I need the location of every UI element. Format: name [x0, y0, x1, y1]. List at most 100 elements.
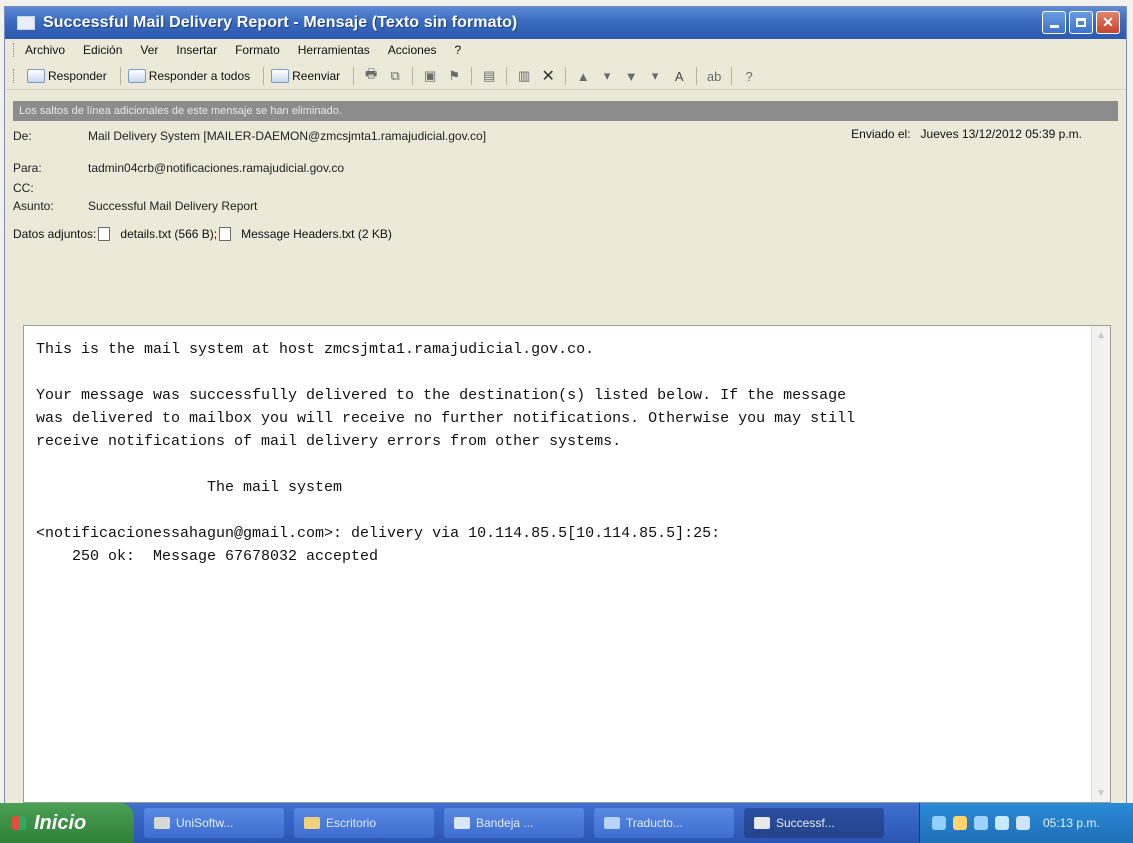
toolbar-grip — [13, 69, 17, 83]
cc-label: CC: — [13, 181, 34, 195]
menu-acciones[interactable]: Acciones — [388, 43, 437, 57]
toolbar-separator — [119, 67, 121, 85]
maximize-button[interactable] — [1069, 11, 1093, 34]
task-escritorio[interactable]: Escritorio — [294, 808, 434, 838]
encoding-icon[interactable]: ab — [706, 69, 722, 84]
update-icon[interactable] — [1016, 816, 1030, 830]
attachments-label: Datos adjuntos: — [13, 227, 97, 241]
categories-icon[interactable]: ▥ — [516, 68, 532, 83]
menu-edicion[interactable]: Edición — [83, 43, 122, 57]
toolbar-separator — [506, 67, 508, 85]
font-size-icon[interactable]: A — [671, 69, 687, 84]
delete-icon[interactable]: ✕ — [540, 68, 556, 85]
message-body[interactable]: This is the mail system at host zmcsjmta… — [23, 325, 1111, 803]
copy-icon[interactable]: ⧉ — [387, 68, 403, 83]
to-value[interactable]: tadmin04crb@notificaciones.ramajudicial.… — [88, 161, 344, 175]
forward-button[interactable]: Reenviar — [269, 69, 342, 83]
attachment-details[interactable]: details.txt (566 B); — [96, 227, 217, 241]
attachment-1: details.txt (566 B); — [120, 227, 218, 241]
task-unisoft[interactable]: UniSoftw... — [144, 808, 284, 838]
network-icon[interactable] — [932, 816, 946, 830]
dropdown-icon[interactable]: ▾ — [599, 68, 615, 83]
move-to-folder-icon[interactable]: ▣ — [422, 68, 438, 83]
info-bar: Los saltos de línea adicionales de este … — [13, 101, 1118, 121]
reply-all-icon — [127, 69, 146, 83]
start-button[interactable]: Inicio — [0, 803, 134, 843]
sent-row: Enviado el: Jueves 13/12/2012 05:39 p.m. — [851, 127, 1082, 141]
vertical-scrollbar[interactable]: ▲ ▼ — [1091, 326, 1110, 802]
forward-icon — [271, 69, 290, 83]
message-text[interactable]: This is the mail system at host zmcsjmta… — [24, 326, 1110, 580]
menu-help[interactable]: ? — [455, 43, 462, 57]
task-bandeja[interactable]: Bandeja ... — [444, 808, 584, 838]
menu-herramientas[interactable]: Herramientas — [298, 43, 370, 57]
open-icon[interactable]: ▤ — [481, 68, 497, 83]
menu-grip — [13, 43, 17, 57]
app-icon — [154, 817, 170, 829]
sent-label: Enviado el: — [851, 127, 911, 141]
toolbar: Responder Responder a todos Reenviar 🖶 ⧉… — [5, 63, 1126, 90]
toolbar-separator — [696, 67, 698, 85]
attachment-2: Message Headers.txt (2 KB) — [241, 227, 392, 241]
menu-insertar[interactable]: Insertar — [176, 43, 217, 57]
browser-icon — [604, 817, 620, 829]
print-icon[interactable]: 🖶 — [363, 66, 379, 83]
taskbar: Inicio UniSoftw... Escritorio Bandeja ..… — [0, 803, 1133, 843]
folder-icon — [304, 817, 320, 829]
messenger-icon[interactable] — [974, 816, 988, 830]
task-label: Traducto... — [626, 816, 683, 830]
menu-ver[interactable]: Ver — [140, 43, 158, 57]
window-controls: ✕ — [1042, 11, 1120, 34]
task-successful-report[interactable]: Successf... — [744, 808, 884, 838]
message-header: De: Mail Delivery System [MAILER-DAEMON@… — [13, 121, 1118, 321]
menu-archivo[interactable]: Archivo — [25, 43, 65, 57]
file-icon — [98, 227, 111, 241]
attachment-headers[interactable]: Message Headers.txt (2 KB) — [217, 227, 392, 241]
cc-row: CC: — [13, 179, 88, 197]
task-label: Escritorio — [326, 816, 377, 830]
clock: 05:13 p.m. — [1043, 816, 1100, 830]
security-icon[interactable] — [953, 816, 967, 830]
subject-value: Successful Mail Delivery Report — [88, 199, 258, 213]
window-title: Successful Mail Delivery Report - Mensaj… — [43, 14, 518, 31]
attachments-row: Datos adjuntos: details.txt (566 B); Mes… — [13, 225, 392, 243]
file-icon — [219, 227, 232, 241]
info-bar-text: Los saltos de línea adicionales de este … — [19, 105, 342, 117]
windows-flag-icon — [12, 816, 26, 830]
help-icon[interactable]: ? — [741, 69, 757, 84]
task-label: UniSoftw... — [176, 816, 234, 830]
sent-value: Jueves 13/12/2012 05:39 p.m. — [920, 127, 1082, 141]
title-bar[interactable]: Successful Mail Delivery Report - Mensaj… — [5, 7, 1126, 39]
outlook-icon — [454, 817, 470, 829]
menu-formato[interactable]: Formato — [235, 43, 280, 57]
toolbar-separator — [263, 67, 265, 85]
dropdown-icon[interactable]: ▾ — [647, 68, 663, 83]
to-label: Para: — [13, 161, 42, 175]
task-traductor[interactable]: Traducto... — [594, 808, 734, 838]
flag-icon[interactable]: ⚑ — [446, 68, 462, 83]
toolbar-separator — [565, 67, 567, 85]
subject-row: Asunto: Successful Mail Delivery Report — [13, 197, 257, 215]
volume-icon[interactable] — [995, 816, 1009, 830]
scroll-down-icon[interactable]: ▼ — [1092, 784, 1110, 802]
mail-window: Successful Mail Delivery Report - Mensaj… — [4, 6, 1127, 806]
next-icon[interactable]: ▼ — [623, 69, 639, 84]
reply-all-button[interactable]: Responder a todos — [126, 69, 252, 83]
subject-label: Asunto: — [13, 199, 54, 213]
toolbar-separator — [353, 67, 355, 85]
from-label: De: — [13, 129, 32, 143]
close-button[interactable]: ✕ — [1096, 11, 1120, 34]
scroll-up-icon[interactable]: ▲ — [1092, 326, 1110, 344]
previous-icon[interactable]: ▲ — [575, 69, 591, 84]
reply-icon — [27, 69, 45, 83]
toolbar-separator — [731, 67, 733, 85]
from-row: De: Mail Delivery System [MAILER-DAEMON@… — [13, 127, 486, 145]
start-label: Inicio — [34, 811, 87, 834]
toolbar-separator — [471, 67, 473, 85]
reply-all-label: Responder a todos — [148, 69, 251, 83]
from-value[interactable]: Mail Delivery System [MAILER-DAEMON@zmcs… — [88, 129, 486, 143]
reply-button[interactable]: Responder — [25, 69, 109, 83]
task-label: Bandeja ... — [476, 816, 534, 830]
to-row: Para: tadmin04crb@notificaciones.ramajud… — [13, 159, 344, 177]
minimize-button[interactable] — [1042, 11, 1066, 34]
